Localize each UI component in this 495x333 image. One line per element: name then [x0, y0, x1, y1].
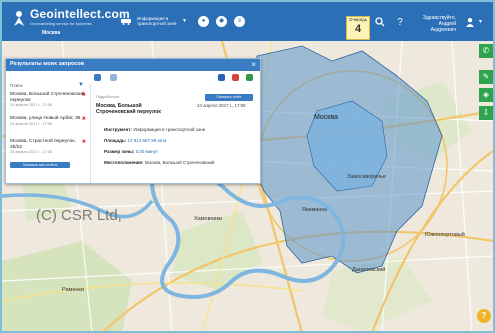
map-label-khamovniki: Хамовники: [194, 216, 223, 222]
car-icon[interactable]: [120, 11, 132, 31]
delete-icon[interactable]: ✖: [82, 116, 86, 122]
detail-date: 24 апреля 2017 г., 17:08: [197, 103, 246, 108]
field-size-value: 5.00 минут: [135, 149, 159, 154]
map-label-yuzhnoportovy: Южнопортовый: [425, 232, 465, 238]
top-bar: Geointellect.com Geomarketing service fo…: [2, 2, 493, 41]
panel-title: Результаты моих запросов: [10, 61, 85, 67]
request-detail: Подробности Показать отчёт Москва, Больш…: [94, 83, 258, 183]
layers-icon[interactable]: ◆: [216, 16, 227, 27]
phone-icon[interactable]: ✆: [479, 44, 493, 58]
list-item-title: Москва, улица Новый Арбат, 36: [10, 116, 81, 121]
chevron-down-icon[interactable]: ▼: [182, 11, 187, 31]
search-icon[interactable]: [374, 17, 386, 29]
list-item-title: Москва, Страстной переулок, 25/22: [10, 139, 76, 150]
list-icon[interactable]: ≡: [234, 16, 245, 27]
detail-subtitle: Подробности: [96, 95, 120, 99]
user-name[interactable]: Здравствуйте, Андрей Андреевич: [412, 15, 456, 33]
results-panel: Результаты моих запросов × Поиск ▼ Москв…: [5, 58, 261, 184]
field-tool: Инструмент: Информация в транспортной зо…: [104, 127, 205, 132]
globe-icon[interactable]: ●: [198, 16, 209, 27]
list-item-date: 24 апреля 2017 г., 17:08: [10, 121, 52, 126]
field-area-value: 14 813 587,99 кв.м: [127, 138, 167, 143]
panel-toolbar: [6, 72, 260, 83]
list-item[interactable]: Москва, улица Новый Арбат, 36 24 апреля …: [10, 116, 86, 127]
field-tool-label: Инструмент:: [104, 127, 133, 132]
field-size: Размер зоны: 5.00 минут: [104, 149, 158, 154]
list-header: Поиск: [10, 83, 23, 88]
list-item-date: 24 апреля 2017 г., 17:06: [10, 150, 52, 154]
show-report-button[interactable]: Показать отчёт: [205, 94, 253, 101]
user-icon[interactable]: [465, 17, 475, 27]
field-tool-value: Информация в транспортной зоне: [133, 127, 206, 132]
layers-panel-icon[interactable]: ◈: [479, 88, 493, 102]
map-label-zamoskvorechye: Замоскворечье: [347, 174, 387, 180]
map-label-danilovsky: Даниловский: [352, 267, 386, 273]
field-place-label: Местоположение:: [104, 160, 144, 165]
logo-subtitle: Geomarketing service for business: [30, 21, 92, 26]
pdf-export-icon[interactable]: [232, 74, 239, 81]
map-label-moscow: Москва: [314, 114, 338, 121]
excel-export-icon[interactable]: [246, 74, 253, 81]
close-icon[interactable]: ×: [251, 60, 256, 70]
field-place-value: Москва, Большой Строченовский: [144, 160, 215, 165]
list-item[interactable]: Москва, Страстной переулок, 25/22 24 апр…: [10, 139, 86, 155]
user-menu-chevron-icon[interactable]: ▼: [478, 19, 483, 25]
city-selector[interactable]: Москва: [42, 30, 60, 36]
share-icon[interactable]: [110, 74, 117, 81]
word-export-icon[interactable]: [218, 74, 225, 81]
user-fullname: Андрей Андреевич: [430, 21, 456, 33]
list-item-date: 24 апреля 2017 г., 17:08: [10, 103, 52, 107]
download-icon[interactable]: ⇩: [479, 106, 493, 120]
filter-icon[interactable]: ▼: [78, 82, 84, 88]
requests-list: Поиск ▼ Москва, Большой Строченовский пе…: [6, 82, 91, 183]
app-window: Москва Замоскворечье Хамовники Якиманка …: [0, 0, 495, 333]
queue-count: 4: [354, 23, 362, 35]
logo-icon: [14, 11, 24, 26]
detail-title: Москва, Большой Строченовский переулок: [96, 103, 161, 116]
show-all-button[interactable]: Показать все отчёты: [10, 162, 70, 168]
tool-selector[interactable]: Информация в транспортной зоне: [137, 11, 181, 31]
map-label-yakimanka: Якиманка: [302, 207, 327, 213]
field-size-label: Размер зоны:: [104, 149, 135, 154]
help-bubble-icon[interactable]: ?: [477, 309, 491, 323]
refresh-icon[interactable]: [94, 74, 101, 81]
queue-counter[interactable]: Очередь 4: [346, 16, 370, 40]
delete-icon[interactable]: ✖: [82, 92, 86, 98]
list-item-title: Москва, Большой Строченовский переулок: [10, 92, 85, 103]
field-area-label: Площадь:: [104, 138, 127, 143]
logo-text: Geointellect.com: [30, 7, 130, 21]
watermark-text: (C) CSR Ltd,: [36, 207, 122, 224]
panel-header: Результаты моих запросов ×: [6, 59, 260, 71]
delete-icon[interactable]: ✖: [82, 139, 86, 145]
field-area: Площадь: 14 813 587,99 кв.м: [104, 138, 166, 143]
field-place: Местоположение: Москва, Большой Строчено…: [104, 160, 215, 165]
map-label-ramenki: Раменки: [62, 287, 84, 293]
help-icon[interactable]: ?: [394, 17, 406, 29]
list-item[interactable]: Москва, Большой Строченовский переулок 2…: [10, 92, 86, 108]
pencil-icon[interactable]: ✎: [479, 70, 493, 84]
